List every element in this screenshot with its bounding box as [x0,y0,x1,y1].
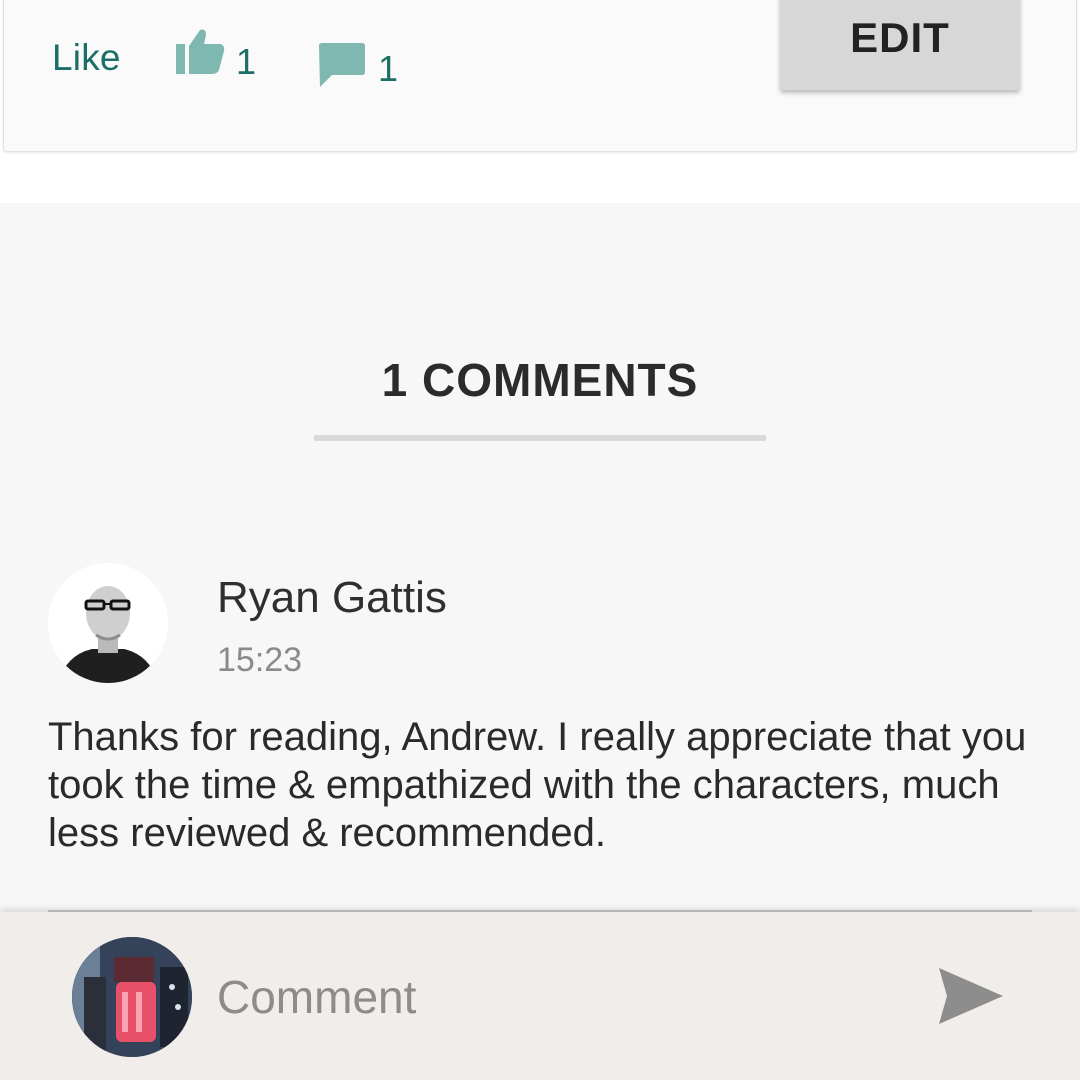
like-link[interactable]: Like [52,37,121,79]
like-count: 1 [236,40,257,82]
comments-stat[interactable]: 1 [316,26,398,97]
comment-text: Thanks for reading, Andrew. I really app… [48,715,1027,855]
heading-underline [314,435,766,441]
app-frame: Like 1 1 EDIT 1 COMMENTS Ryan Gattis 15:… [0,0,1080,1080]
comment-author-name[interactable]: Ryan Gattis [217,573,447,623]
thumbs-up-icon [174,26,226,83]
comments-section: 1 COMMENTS Ryan Gattis 15:23 Thanks for … [0,203,1080,913]
send-button[interactable] [935,964,1007,1028]
compose-bar [0,912,1080,1080]
user-avatar [72,937,192,1057]
speech-bubble-icon [316,26,368,97]
comment-count: 1 [378,47,399,89]
comment-timestamp: 15:23 [217,641,303,679]
author-avatar[interactable] [48,563,168,683]
edit-button[interactable]: EDIT [780,0,1020,90]
comments-heading: 1 COMMENTS [381,354,699,406]
likes-stat[interactable]: 1 [174,26,256,83]
send-icon [935,968,1007,1032]
comment-input[interactable] [217,967,897,1027]
